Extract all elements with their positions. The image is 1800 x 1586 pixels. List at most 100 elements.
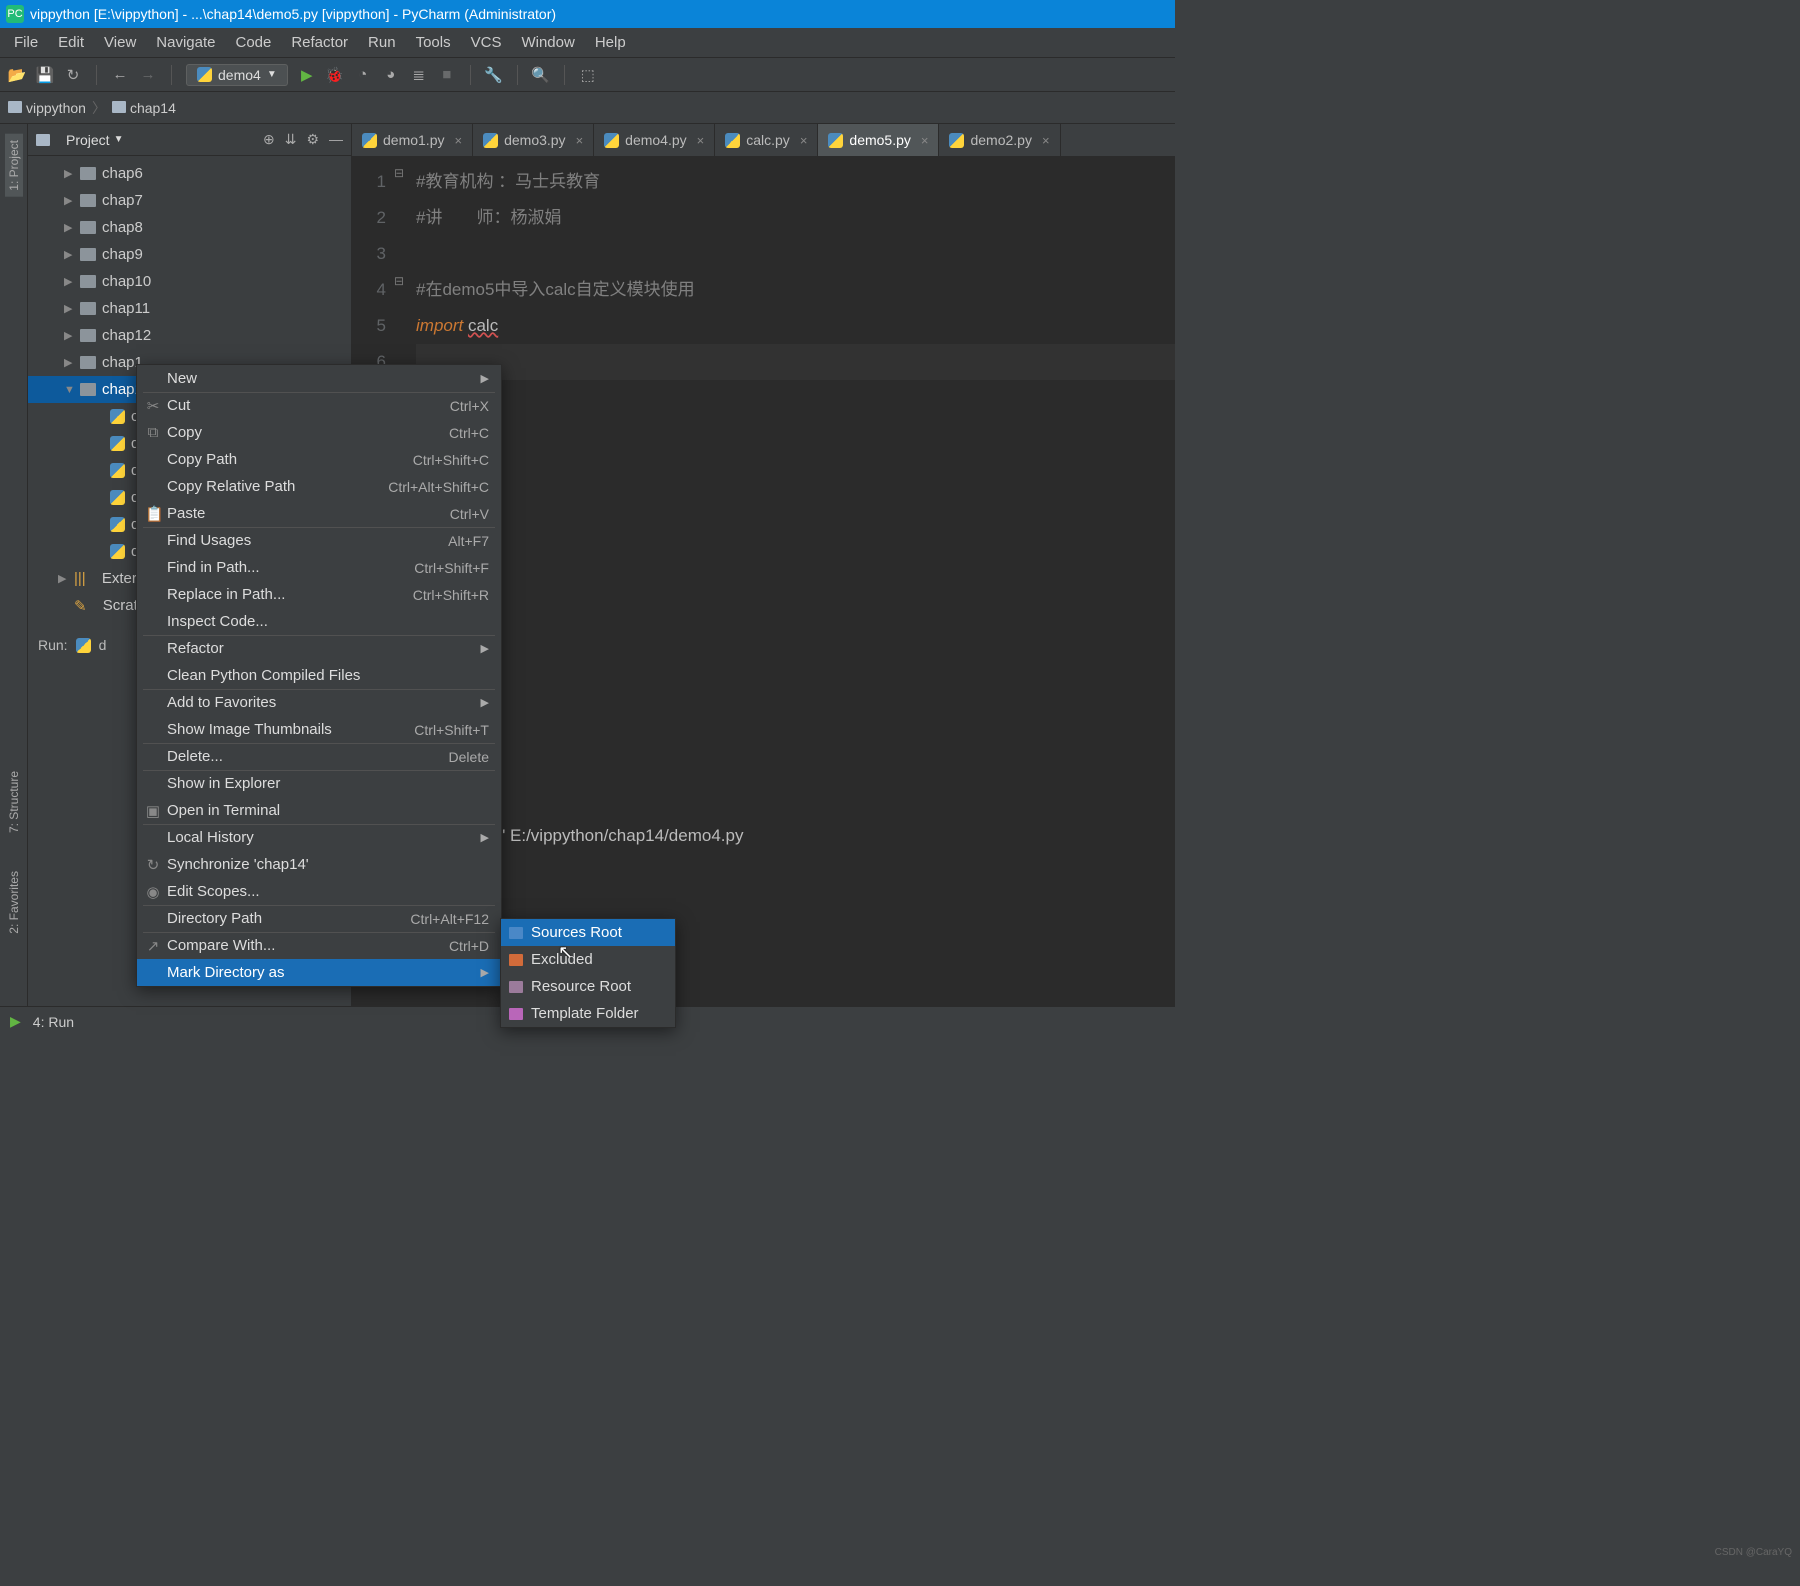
- menu-edit[interactable]: Edit: [50, 30, 92, 55]
- open-icon[interactable]: 📂: [8, 66, 26, 84]
- mark-directory-submenu[interactable]: Sources RootExcludedResource RootTemplat…: [500, 918, 676, 1028]
- tab-demo4[interactable]: demo4.py×: [594, 124, 715, 156]
- ctx-copy-relative-path[interactable]: Copy Relative PathCtrl+Alt+Shift+C: [137, 473, 501, 500]
- collapse-icon[interactable]: ⇊: [285, 131, 297, 148]
- folder-icon: [36, 134, 50, 146]
- tool-project[interactable]: 1: Project: [5, 134, 23, 197]
- ctx-show-in-explorer[interactable]: Show in Explorer: [137, 770, 501, 797]
- ctx-copy-path[interactable]: Copy PathCtrl+Shift+C: [137, 446, 501, 473]
- ctx-mark-directory-as[interactable]: Mark Directory as▶: [137, 959, 501, 986]
- ctx-synchronize-chap14-[interactable]: ↻Synchronize 'chap14': [137, 851, 501, 878]
- tree-folder: ▶chap11: [28, 295, 351, 322]
- ctx-paste[interactable]: 📋PasteCtrl+V: [137, 500, 501, 527]
- toolbar: 📂 💾 ↻ ← → demo4 ▼ ▶ 🐞 ◔ ◕ ≣ ■ 🔧 🔍 ⬚: [0, 58, 1175, 92]
- subctx-sources-root[interactable]: Sources Root: [501, 919, 675, 946]
- sync-icon[interactable]: ↻: [64, 66, 82, 84]
- close-icon[interactable]: ×: [697, 133, 705, 148]
- debug-icon[interactable]: 🐞: [326, 66, 344, 84]
- close-icon[interactable]: ×: [454, 133, 462, 148]
- structure-icon[interactable]: ⬚: [579, 66, 597, 84]
- menu-run[interactable]: Run: [360, 30, 404, 55]
- ctx-cut[interactable]: ✂CutCtrl+X: [137, 392, 501, 419]
- separator: [470, 65, 471, 85]
- context-menu[interactable]: New▶✂CutCtrl+X⧉CopyCtrl+CCopy PathCtrl+S…: [136, 364, 502, 987]
- close-icon[interactable]: ×: [921, 133, 929, 148]
- run-coverage-icon[interactable]: ◔: [354, 66, 372, 84]
- menu-navigate[interactable]: Navigate: [148, 30, 223, 55]
- stop-icon[interactable]: ■: [438, 66, 456, 84]
- settings-icon[interactable]: 🔧: [485, 66, 503, 84]
- separator: [564, 65, 565, 85]
- ctx-compare-with-[interactable]: ↗Compare With...Ctrl+D: [137, 932, 501, 959]
- menu-view[interactable]: View: [96, 30, 144, 55]
- ctx-new[interactable]: New▶: [137, 365, 501, 392]
- ctx-add-to-favorites[interactable]: Add to Favorites▶: [137, 689, 501, 716]
- menu-refactor[interactable]: Refactor: [283, 30, 356, 55]
- search-icon[interactable]: 🔍: [532, 66, 550, 84]
- ctx-show-image-thumbnails[interactable]: Show Image ThumbnailsCtrl+Shift+T: [137, 716, 501, 743]
- tab-demo5[interactable]: demo5.py×: [818, 124, 939, 156]
- back-icon[interactable]: ←: [111, 66, 129, 84]
- tree-folder: ▶chap6: [28, 160, 351, 187]
- concurrency-icon[interactable]: ≣: [410, 66, 428, 84]
- run-config-label: demo4: [218, 67, 261, 83]
- ctx-directory-path[interactable]: Directory PathCtrl+Alt+F12: [137, 905, 501, 932]
- ctx-edit-scopes-[interactable]: ◉Edit Scopes...: [137, 878, 501, 905]
- menu-tools[interactable]: Tools: [408, 30, 459, 55]
- subctx-resource-root[interactable]: Resource Root: [501, 973, 675, 1000]
- left-tool-rail: 1: Project 7: Structure 2: Favorites: [0, 124, 28, 1006]
- tab-calc[interactable]: calc.py×: [715, 124, 818, 156]
- tab-demo2[interactable]: demo2.py×: [939, 124, 1060, 156]
- run-tool-button[interactable]: ▶: [10, 1013, 21, 1030]
- separator: [517, 65, 518, 85]
- code-content[interactable]: #教育机构 ：马士兵教育 #讲 师：杨淑娟 #在demo5中导入calc自定义模…: [410, 156, 1175, 810]
- tool-structure[interactable]: 7: Structure: [7, 767, 21, 837]
- tree-folder: ▶chap8: [28, 214, 351, 241]
- close-icon[interactable]: ×: [576, 133, 584, 148]
- ctx-inspect-code-[interactable]: Inspect Code...: [137, 608, 501, 635]
- forward-icon[interactable]: →: [139, 66, 157, 84]
- ctx-copy[interactable]: ⧉CopyCtrl+C: [137, 419, 501, 446]
- tool-favorites[interactable]: 2: Favorites: [7, 867, 21, 938]
- ctx-open-in-terminal[interactable]: ▣Open in Terminal: [137, 797, 501, 824]
- subctx-excluded[interactable]: Excluded: [501, 946, 675, 973]
- close-icon[interactable]: ×: [800, 133, 808, 148]
- breadcrumb-root[interactable]: vippython: [8, 100, 86, 116]
- watermark: CSDN @CaraYQ: [1715, 1547, 1792, 1558]
- ctx-replace-in-path-[interactable]: Replace in Path...Ctrl+Shift+R: [137, 581, 501, 608]
- tree-folder: ▶chap10: [28, 268, 351, 295]
- menu-window[interactable]: Window: [513, 30, 582, 55]
- gear-icon[interactable]: ⚙: [306, 131, 319, 148]
- tab-demo3[interactable]: demo3.py×: [473, 124, 594, 156]
- run-icon[interactable]: ▶: [298, 66, 316, 84]
- ctx-find-usages[interactable]: Find UsagesAlt+F7: [137, 527, 501, 554]
- ctx-clean-python-compiled-files[interactable]: Clean Python Compiled Files: [137, 662, 501, 689]
- ctx-local-history[interactable]: Local History▶: [137, 824, 501, 851]
- menu-code[interactable]: Code: [227, 30, 279, 55]
- subctx-template-folder[interactable]: Template Folder: [501, 1000, 675, 1027]
- tree-folder: ▶chap9: [28, 241, 351, 268]
- python-icon: [76, 638, 91, 653]
- locate-icon[interactable]: ⊕: [263, 131, 275, 148]
- tab-demo1[interactable]: demo1.py×: [352, 124, 473, 156]
- close-icon[interactable]: ×: [1042, 133, 1050, 148]
- tree-folder: ▶chap12: [28, 322, 351, 349]
- menu-vcs[interactable]: VCS: [463, 30, 510, 55]
- editor-tabs: demo1.py× demo3.py× demo4.py× calc.py× d…: [352, 124, 1175, 156]
- breadcrumb-sub[interactable]: chap14: [112, 100, 176, 116]
- ctx-refactor[interactable]: Refactor▶: [137, 635, 501, 662]
- titlebar: PC vippython [E:\vippython] - ...\chap14…: [0, 0, 1175, 28]
- ctx-find-in-path-[interactable]: Find in Path...Ctrl+Shift+F: [137, 554, 501, 581]
- save-icon[interactable]: 💾: [36, 66, 54, 84]
- breadcrumb: vippython 〉 chap14: [0, 92, 1175, 124]
- pycharm-icon: PC: [6, 5, 24, 23]
- project-view-selector[interactable]: Project ▼: [60, 130, 129, 150]
- profile-icon[interactable]: ◕: [382, 66, 400, 84]
- chevron-right-icon: 〉: [92, 98, 106, 118]
- run-tool-label[interactable]: 4: Run: [33, 1014, 74, 1030]
- menu-help[interactable]: Help: [587, 30, 634, 55]
- hide-icon[interactable]: —: [329, 131, 343, 148]
- ctx-delete-[interactable]: Delete...Delete: [137, 743, 501, 770]
- menu-file[interactable]: File: [6, 30, 46, 55]
- run-config-selector[interactable]: demo4 ▼: [186, 64, 288, 86]
